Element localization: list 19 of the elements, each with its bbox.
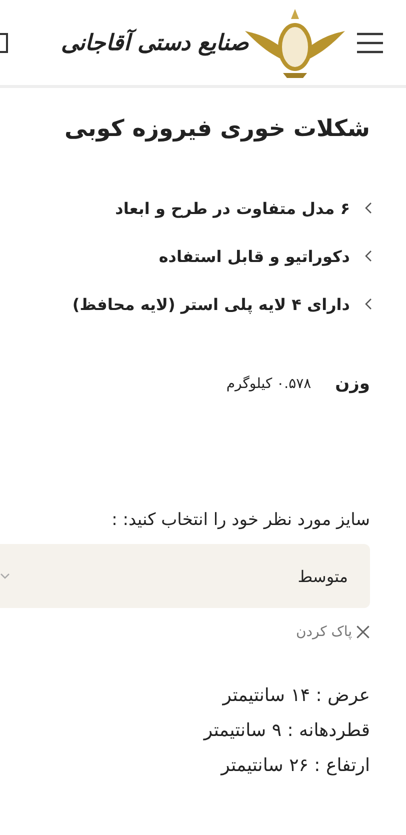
chevron-icon (364, 298, 372, 310)
product-title: شکلات خوری فیروزه کوبی (64, 115, 370, 144)
weight-value: ۰.۵۷۸ کیلوگرم (226, 376, 312, 392)
dimension-text: ارتفاع : ۲۶ سانتیمتر (219, 754, 370, 778)
size-dropdown[interactable]: متوسط (0, 544, 370, 608)
close-icon (356, 625, 370, 639)
feature-text: دکوراتیو و قابل استفاده (158, 246, 350, 266)
weight-label: وزن (335, 374, 370, 394)
feature-text: دارای ۴ لایه پلی استر (لایه محافظ) (72, 294, 350, 314)
chevron-icon (364, 202, 372, 214)
logo-text: صنایع دستی آقاجانی (60, 30, 250, 56)
size-label: سایز مورد نظر خود را انتخاب کنید: : (110, 510, 370, 530)
chevron-icon (364, 250, 372, 262)
menu-icon[interactable] (356, 32, 384, 54)
feature-text: ۶ مدل متفاوت در طرح و ابعاد (115, 198, 350, 218)
dimension-text: عرض : ۱۴ سانتیمتر (221, 684, 370, 708)
dropdown-chevron-icon (0, 572, 10, 580)
clear-button[interactable]: پاک کردن (296, 624, 370, 640)
dimension-text: قطردهانه : ۹ سانتیمتر (202, 719, 370, 743)
